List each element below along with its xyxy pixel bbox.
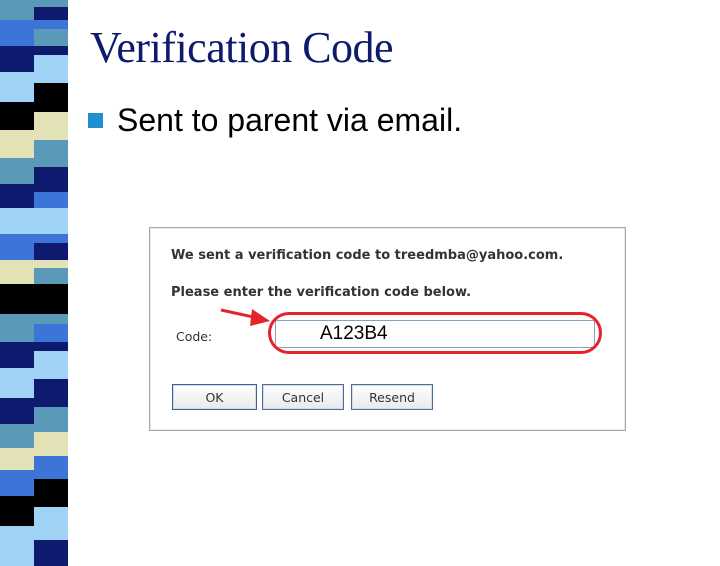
stripe-block <box>0 72 68 103</box>
slide-title: Verification Code <box>90 23 394 72</box>
stripe-block <box>0 46 68 72</box>
stripe-block <box>0 398 68 424</box>
stripe-inner-block <box>34 540 68 566</box>
stripe-block <box>0 234 68 260</box>
stripe-block <box>0 102 68 130</box>
decorative-stripe <box>0 0 68 566</box>
stripe-inner-block <box>34 192 68 208</box>
stripe-block <box>0 368 68 399</box>
verification-dialog: We sent a verification code to treedmba@… <box>149 227 626 431</box>
stripe-block <box>0 424 68 448</box>
sent-message: We sent a verification code to treedmba@… <box>171 248 564 263</box>
stripe-block <box>0 526 68 566</box>
stripe-inner-block <box>34 407 68 424</box>
stripe-inner-block <box>34 217 68 234</box>
stripe-inner-block <box>34 295 68 315</box>
stripe-inner-block <box>34 379 68 399</box>
stripe-block <box>0 158 68 184</box>
stripe-block <box>0 208 68 234</box>
stripe-block <box>0 314 68 342</box>
stripe-inner-block <box>34 112 68 130</box>
resend-button[interactable]: Resend <box>351 384 433 410</box>
stripe-block <box>0 184 68 208</box>
stripe-block <box>0 470 68 496</box>
cancel-button[interactable]: Cancel <box>262 384 344 410</box>
stripe-inner-block <box>34 83 68 103</box>
stripe-block <box>0 496 68 527</box>
stripe-inner-block <box>34 140 68 158</box>
bullet-text: Sent to parent via email. <box>117 102 463 138</box>
enter-code-instruction: Please enter the verification code below… <box>171 285 472 300</box>
stripe-block <box>0 20 68 46</box>
stripe-inner-block <box>34 55 68 72</box>
stripe-block <box>0 0 68 20</box>
stripe-inner-block <box>34 456 68 470</box>
stripe-block <box>0 342 68 368</box>
stripe-inner-block <box>34 243 68 260</box>
code-label: Code: <box>176 329 213 344</box>
stripe-inner-block <box>34 479 68 496</box>
code-input[interactable]: A123B4 <box>275 320 595 348</box>
bullet-item: Sent to parent via email. <box>88 102 462 139</box>
stripe-inner-block <box>34 324 68 342</box>
stripe-inner-block <box>34 507 68 527</box>
stripe-block <box>0 448 68 470</box>
square-bullet-icon <box>88 113 103 128</box>
stripe-inner-block <box>34 351 68 368</box>
stripe-inner-block <box>34 268 68 284</box>
ok-button[interactable]: OK <box>172 384 257 410</box>
stripe-inner-block <box>34 432 68 448</box>
stripe-inner-block <box>34 167 68 184</box>
stripe-block <box>0 260 68 284</box>
stripe-block <box>0 130 68 158</box>
stripe-inner-block <box>34 7 68 20</box>
stripe-block <box>0 284 68 315</box>
stripe-inner-block <box>34 29 68 46</box>
